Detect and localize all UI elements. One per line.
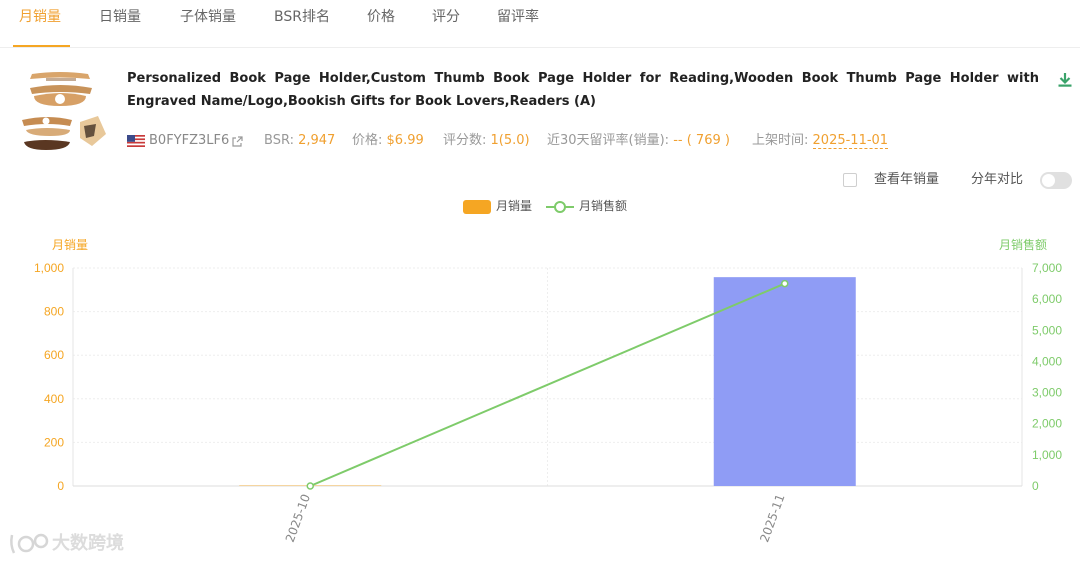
right-axis-tick-label: 5,000: [1032, 323, 1062, 337]
product-thumbnail[interactable]: [20, 68, 110, 156]
product-title[interactable]: Personalized Book Page Holder,Custom Thu…: [127, 67, 1039, 113]
rating-value: 1(5.0): [490, 133, 530, 148]
sales-amount-point-2025-11: [781, 279, 789, 288]
right-axis-tick-label: 3,000: [1032, 386, 1062, 400]
legend-bar-label[interactable]: 月销量: [496, 196, 532, 216]
price-field: 价格: $6.99: [352, 131, 424, 151]
right-axis-title: 月销售额: [999, 237, 1047, 252]
year-compare-label: 分年对比: [971, 172, 1024, 187]
tab-variant-sales[interactable]: 子体销量: [180, 0, 236, 48]
left-axis-title: 月销量: [52, 238, 88, 252]
tab-bsr-rank[interactable]: BSR排名: [274, 0, 330, 48]
yearly-sales-checkbox[interactable]: [843, 173, 857, 187]
right-axis-tick-label: 1,000: [1032, 448, 1062, 462]
legend-line-swatch[interactable]: [546, 197, 574, 217]
left-axis-tick-label: 800: [44, 305, 64, 319]
tab-daily-sales[interactable]: 日销量: [99, 0, 141, 48]
yearly-sales-label[interactable]: 查看年销量: [874, 170, 939, 190]
left-axis-tick-label: 600: [44, 348, 64, 362]
rating-field: 评分数: 1(5.0): [443, 131, 530, 151]
rating-label: 评分数:: [443, 133, 487, 148]
toggle-knob: [1042, 174, 1055, 187]
external-link-icon[interactable]: [232, 136, 243, 147]
watermark-logo: [10, 533, 49, 554]
right-axis-tick-label: 6,000: [1032, 292, 1062, 306]
bsr-field: BSR: 2,947: [264, 131, 335, 151]
active-tab-indicator: [13, 45, 70, 47]
year-compare-toggle[interactable]: [1040, 172, 1072, 189]
right-axis-tick-label: 0: [1032, 479, 1039, 493]
tab-price[interactable]: 价格: [367, 0, 395, 48]
asin[interactable]: B0FYFZ3LF6: [149, 131, 229, 151]
price-label: 价格:: [352, 133, 383, 148]
monthly-sales-chart: 0 200 400 600 800 1,000 0 1,000 2,000 3,000 4,000 5…: [34, 237, 1062, 544]
watermark-text: 大数跨境: [52, 533, 124, 554]
tab-review-rate[interactable]: 留评率: [497, 0, 539, 48]
left-axis-tick-label: 200: [44, 435, 64, 449]
review-rate-value: -- ( 769 ): [673, 133, 730, 148]
left-axis-tick-label: 0: [57, 479, 64, 493]
tab-rating[interactable]: 评分: [432, 0, 460, 48]
bar-2025-11: [713, 277, 856, 486]
left-axis-tick-label: 400: [44, 392, 64, 406]
x-axis-tick-label: 2025-11: [757, 492, 787, 544]
review-rate-label: 近30天留评率(销量):: [547, 133, 670, 148]
right-axis-tick-label: 2,000: [1032, 417, 1062, 431]
bsr-value: 2,947: [298, 133, 336, 148]
tab-monthly-sales[interactable]: 月销量: [19, 0, 61, 48]
sales-amount-point-2025-10: [306, 482, 314, 490]
listed-date-value: 2025-11-01: [812, 133, 889, 149]
bsr-label: BSR:: [264, 133, 294, 148]
left-axis-tick-label: 1,000: [34, 261, 64, 275]
legend-bar-swatch[interactable]: [463, 200, 491, 214]
right-axis-tick-label: 7,000: [1032, 261, 1062, 275]
review-rate-field: 近30天留评率(销量): -- ( 769 ): [547, 131, 730, 151]
right-axis-tick-label: 4,000: [1032, 354, 1062, 368]
us-flag-icon: [127, 135, 145, 147]
listed-date-field: 上架时间: 2025-11-01: [752, 131, 889, 151]
listed-date-label: 上架时间:: [752, 133, 809, 148]
download-icon[interactable]: [1057, 72, 1073, 88]
sales-tabs: 月销量 日销量 子体销量 BSR排名 价格 评分 留评率: [0, 0, 1080, 48]
legend-line-label[interactable]: 月销售额: [579, 196, 627, 216]
price-value: $6.99: [386, 133, 424, 148]
x-axis-tick-label: 2025-10: [283, 492, 313, 544]
